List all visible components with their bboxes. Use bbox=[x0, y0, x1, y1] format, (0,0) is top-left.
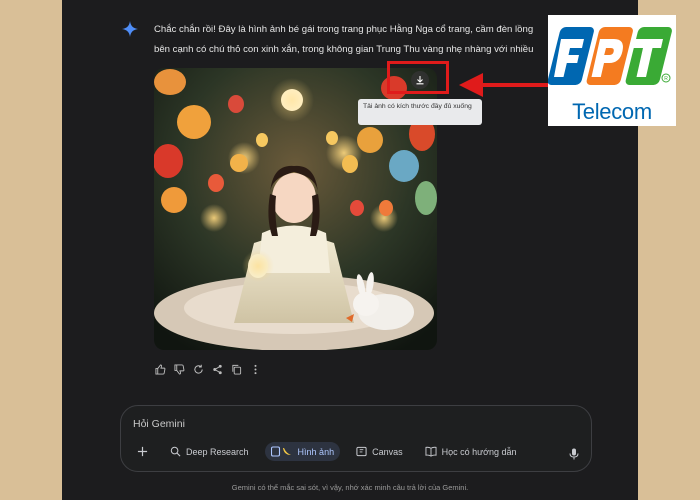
tool-label: Học có hướng dẫn bbox=[441, 446, 517, 457]
canvas-icon bbox=[356, 446, 367, 457]
download-highlight-box bbox=[387, 61, 449, 94]
tool-label: Hình ảnh bbox=[297, 446, 335, 457]
deep-research-icon bbox=[170, 446, 181, 457]
tool-image[interactable]: Hình ảnh bbox=[264, 442, 341, 461]
share-icon bbox=[212, 364, 222, 374]
book-icon bbox=[425, 446, 437, 457]
response-text: Chắc chắn rồi! Đây là hình ảnh bé gái tr… bbox=[154, 24, 534, 55]
svg-text:R: R bbox=[664, 76, 668, 82]
tool-label: Canvas bbox=[372, 446, 403, 457]
more-vertical-icon bbox=[253, 364, 257, 374]
microphone-icon bbox=[569, 448, 579, 460]
footer-disclaimer: Gemini có thể mắc sai sót, vì vậy, nhớ x… bbox=[231, 483, 469, 492]
download-tooltip: Tải ảnh có kích thước đầy đủ xuống bbox=[358, 99, 482, 125]
prompt-input[interactable]: Hỏi Gemini bbox=[133, 418, 185, 430]
more-options-button[interactable] bbox=[249, 363, 261, 375]
refresh-icon bbox=[193, 364, 203, 374]
tool-canvas[interactable]: Canvas bbox=[350, 442, 409, 461]
tool-deep-research[interactable]: Deep Research bbox=[164, 442, 255, 461]
copy-button[interactable] bbox=[230, 363, 242, 375]
response-actions bbox=[154, 363, 261, 375]
prompt-toolbar: Deep Research Hình ảnh Canvas Học có hướ… bbox=[131, 442, 523, 461]
copy-icon bbox=[231, 364, 241, 375]
tool-guided-learning[interactable]: Học có hướng dẫn bbox=[419, 442, 523, 461]
tool-label: Deep Research bbox=[186, 446, 249, 457]
red-arrow-annotation bbox=[459, 73, 549, 97]
logo-text: Telecom bbox=[572, 99, 652, 124]
thumbs-down-icon bbox=[173, 363, 184, 375]
thumbs-up-button[interactable] bbox=[154, 363, 166, 375]
fpt-logo-mark: R bbox=[547, 27, 672, 85]
thumbs-down-button[interactable] bbox=[173, 363, 185, 375]
plus-icon bbox=[137, 446, 148, 457]
thumbs-up-icon bbox=[154, 363, 165, 375]
share-button[interactable] bbox=[211, 363, 223, 375]
regenerate-button[interactable] bbox=[192, 363, 204, 375]
image-banana-icon bbox=[270, 446, 291, 457]
fpt-telecom-logo: R Telecom bbox=[547, 15, 676, 126]
prompt-input-box[interactable]: Hỏi Gemini Deep Research Hình ảnh Canvas… bbox=[120, 405, 592, 472]
gemini-sparkle-icon bbox=[122, 21, 138, 37]
microphone-button[interactable] bbox=[569, 447, 579, 465]
add-button[interactable] bbox=[131, 442, 154, 461]
